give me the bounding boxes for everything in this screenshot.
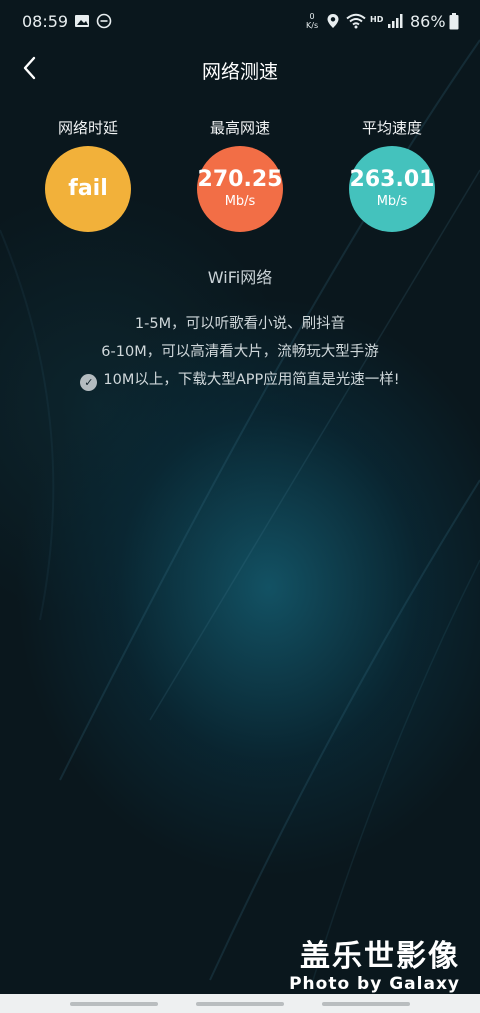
navigation-bar [0,994,480,1013]
nav-recents-button[interactable] [70,1002,158,1006]
network-type-label: WiFi网络 [207,268,273,287]
max-speed-value: 270.25 [197,167,283,192]
average-speed-value: 263.01 [349,167,435,192]
watermark-main: 盖乐世影像 [300,939,460,974]
network-speed-unit: K/s [306,21,319,30]
latency-value: fail [68,176,108,201]
nav-home-button[interactable] [196,1002,284,1006]
watermark: 盖乐世影像 Photo by Galaxy [289,939,460,995]
tip-text: 1-5M，可以听歌看小说、刷抖音 [134,316,346,332]
latency-circle: fail [45,146,131,232]
nav-back-button[interactable] [322,1002,410,1006]
metric-label: 最高网速 [209,119,270,137]
average-speed-unit: Mb/s [376,194,408,209]
max-speed-circle: 270.25 Mb/s [197,146,283,232]
page-title: 网络测速 [201,61,278,83]
location-icon [327,14,339,28]
metric-latency: 网络时延 fail [33,117,143,232]
tip-text: 10M以上，下载大型APP应用简直是光速一样! [103,372,400,388]
metric-max-speed: 最高网速 270.25 Mb/s [185,117,295,232]
signal-icon [388,14,403,28]
max-speed-unit: Mb/s [224,194,256,209]
check-circle-icon: ✓ [80,374,98,391]
hd-voice-indicator: HD [370,15,384,24]
tip-text: 6-10M，可以高清看大片，流畅玩大型手游 [101,344,379,360]
network-speed-indicator: 0 K/s [306,12,318,30]
battery-icon [449,13,459,30]
metric-label: 网络时延 [57,119,118,137]
tip-item-current: ✓ 10M以上，下载大型APP应用简直是光速一样! [0,366,480,394]
do-not-disturb-icon [96,13,112,29]
wifi-icon [346,13,366,29]
status-bar: 08:59 0 K/s HD 86% [0,0,480,46]
battery-percent: 86% [410,12,446,31]
average-speed-circle: 263.01 Mb/s [349,146,435,232]
tip-item: 6-10M，可以高清看大片，流畅玩大型手游 [0,338,480,366]
tip-item: 1-5M，可以听歌看小说、刷抖音 [0,310,480,338]
status-time: 08:59 [22,12,69,31]
watermark-sub: Photo by Galaxy [289,974,460,994]
network-speed-value: 0 [309,12,315,21]
metric-average-speed: 平均速度 263.01 Mb/s [337,117,447,232]
speed-tips: 1-5M，可以听歌看小说、刷抖音 6-10M，可以高清看大片，流畅玩大型手游 ✓… [0,310,480,394]
image-icon [75,15,89,27]
metric-label: 平均速度 [361,119,422,137]
